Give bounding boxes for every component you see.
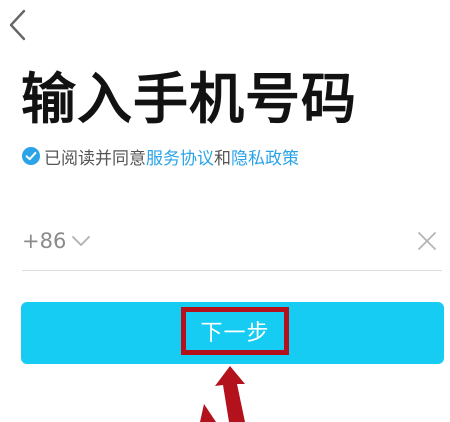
agreement-conjunction: 和 bbox=[214, 148, 231, 169]
country-code-label: +86 bbox=[22, 229, 67, 253]
page-title: 输入手机号码 bbox=[21, 67, 358, 131]
terms-of-service-link[interactable]: 服务协议 bbox=[146, 144, 214, 169]
clear-icon[interactable] bbox=[416, 230, 438, 252]
annotation-arrow-icon bbox=[200, 366, 245, 422]
country-code-selector[interactable]: +86 bbox=[22, 224, 91, 258]
next-button-label: 下一步 bbox=[181, 307, 289, 355]
chevron-left-icon bbox=[9, 9, 26, 41]
back-button[interactable] bbox=[4, 8, 34, 42]
chevron-down-icon bbox=[72, 236, 91, 246]
agreement-prefix: 已阅读并同意 bbox=[44, 148, 146, 169]
agreement-row: 已阅读并同意 服务协议 和 隐私政策 bbox=[22, 144, 299, 169]
phone-number-row: +86 bbox=[22, 220, 442, 271]
phone-number-input[interactable] bbox=[122, 224, 392, 258]
privacy-policy-link[interactable]: 隐私政策 bbox=[231, 144, 299, 169]
check-circle-icon[interactable] bbox=[22, 147, 40, 165]
